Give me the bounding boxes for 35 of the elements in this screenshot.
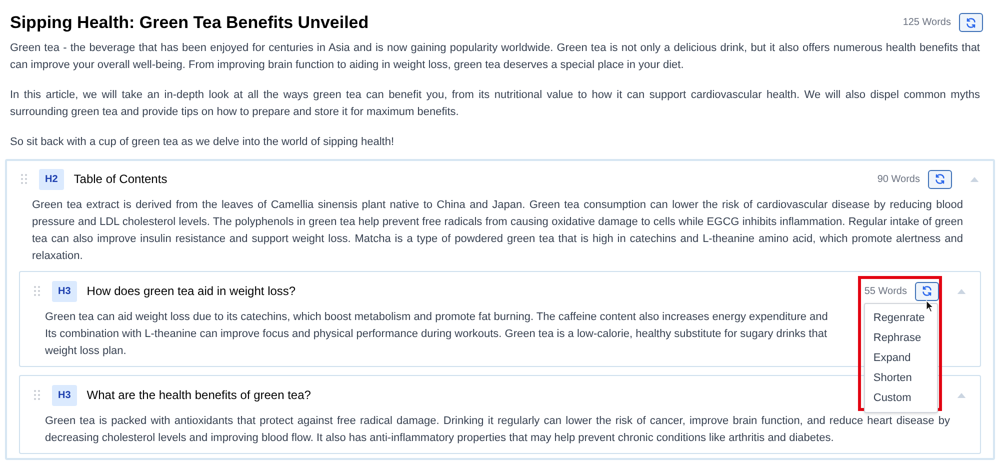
text-line: weight loss plan. [45,344,126,358]
paragraph: Green tea is packed with antioxidants that protect against free radical damage. Drinking it regularly can lower the risk of cancer, improve brain function, and reduce heart disease by decreasing cholesterol levels and improving blood flow. It also has anti-inflammatory properties that may help prevent chronic conditions like arthritis and diabetes. [45,414,950,446]
section-heading: What are the health benefits of green tea? [86,387,311,404]
paragraph: Green tea extract is derived from the leaves of Camellia sinensis plant native to China and Japan. Green tea consumption can lower the risk of cardiovascular disease by reducing blood pressure and LDL cholesterol levels. The polyphenols in green tea help prevent free radicals from causing oxidative damage to cells while EGCG inhibits inflammation. Regular intake of green tea can also improve insulin resistance and support weight loss. Matcha is a type of powdered green tea that is high in catechins and L-theanine amino acid, which promote alertness and relaxation. [32,198,963,264]
collapse-caret-icon[interactable] [957,288,966,294]
article-title: Sipping Health: Green Tea Benefits Unveiled [10,12,369,34]
heading-level-badge: H2 [39,168,64,190]
word-count: 125 Words [902,16,951,30]
menu-item[interactable]: Expand [865,348,938,368]
text-line: Its combination with L-theanine can improve focus and physical performance during workouts. Green tea is a low-calorie, healthy substitute for sugary drinks that [45,326,828,342]
refresh-button[interactable] [928,170,952,188]
word-count: 55 Words [864,284,907,298]
menu-item[interactable]: Custom [865,388,938,408]
refresh-button[interactable] [959,13,983,32]
paragraph: Green tea - the beverage that has been enjoyed for centuries in Asia and is now gaining popularity worldwide. Green tea is not only a delicious drink, but it also offers numerous health benefits that can improve your overall well-being. From improving brain function to aiding in weight loss, green tea deserves a special place in your diet. [10,40,980,72]
text-line: Green tea can aid weight loss due to its catechins, which boost metabolism and promote fat burning. The caffeine content also increases energy expenditure and [45,310,828,324]
collapse-caret-icon[interactable] [957,392,966,398]
word-count: 90 Words [877,172,920,186]
drag-handle-icon[interactable] [21,174,27,184]
paragraph: In this article, we will take an in-depth look at all the ways green tea can benefit you, from its nutritional value to how it can support cardiovascular health. We will also dispel common myths surrounding green tea and provide tips on how to prepare and store it for maximum benefits. [10,88,980,120]
menu-item[interactable]: Regenrate [865,308,938,328]
section-heading: Table of Contents [74,171,168,188]
heading-level-badge: H3 [52,280,77,302]
paragraph: So sit back with a cup of green tea as we delve into the world of sipping health! [10,134,396,150]
collapse-caret-icon[interactable] [970,176,979,182]
drag-handle-icon[interactable] [34,286,40,296]
refresh-icon [921,285,933,297]
section-heading: How does green tea aid in weight loss? [86,283,296,300]
heading-level-badge: H3 [52,384,77,406]
refresh-button[interactable] [915,282,939,300]
menu-item[interactable]: Shorten [865,368,938,388]
drag-handle-icon[interactable] [34,390,40,400]
refresh-icon [934,173,946,185]
refresh-icon [965,16,977,29]
menu-item[interactable]: Rephrase [865,328,938,348]
